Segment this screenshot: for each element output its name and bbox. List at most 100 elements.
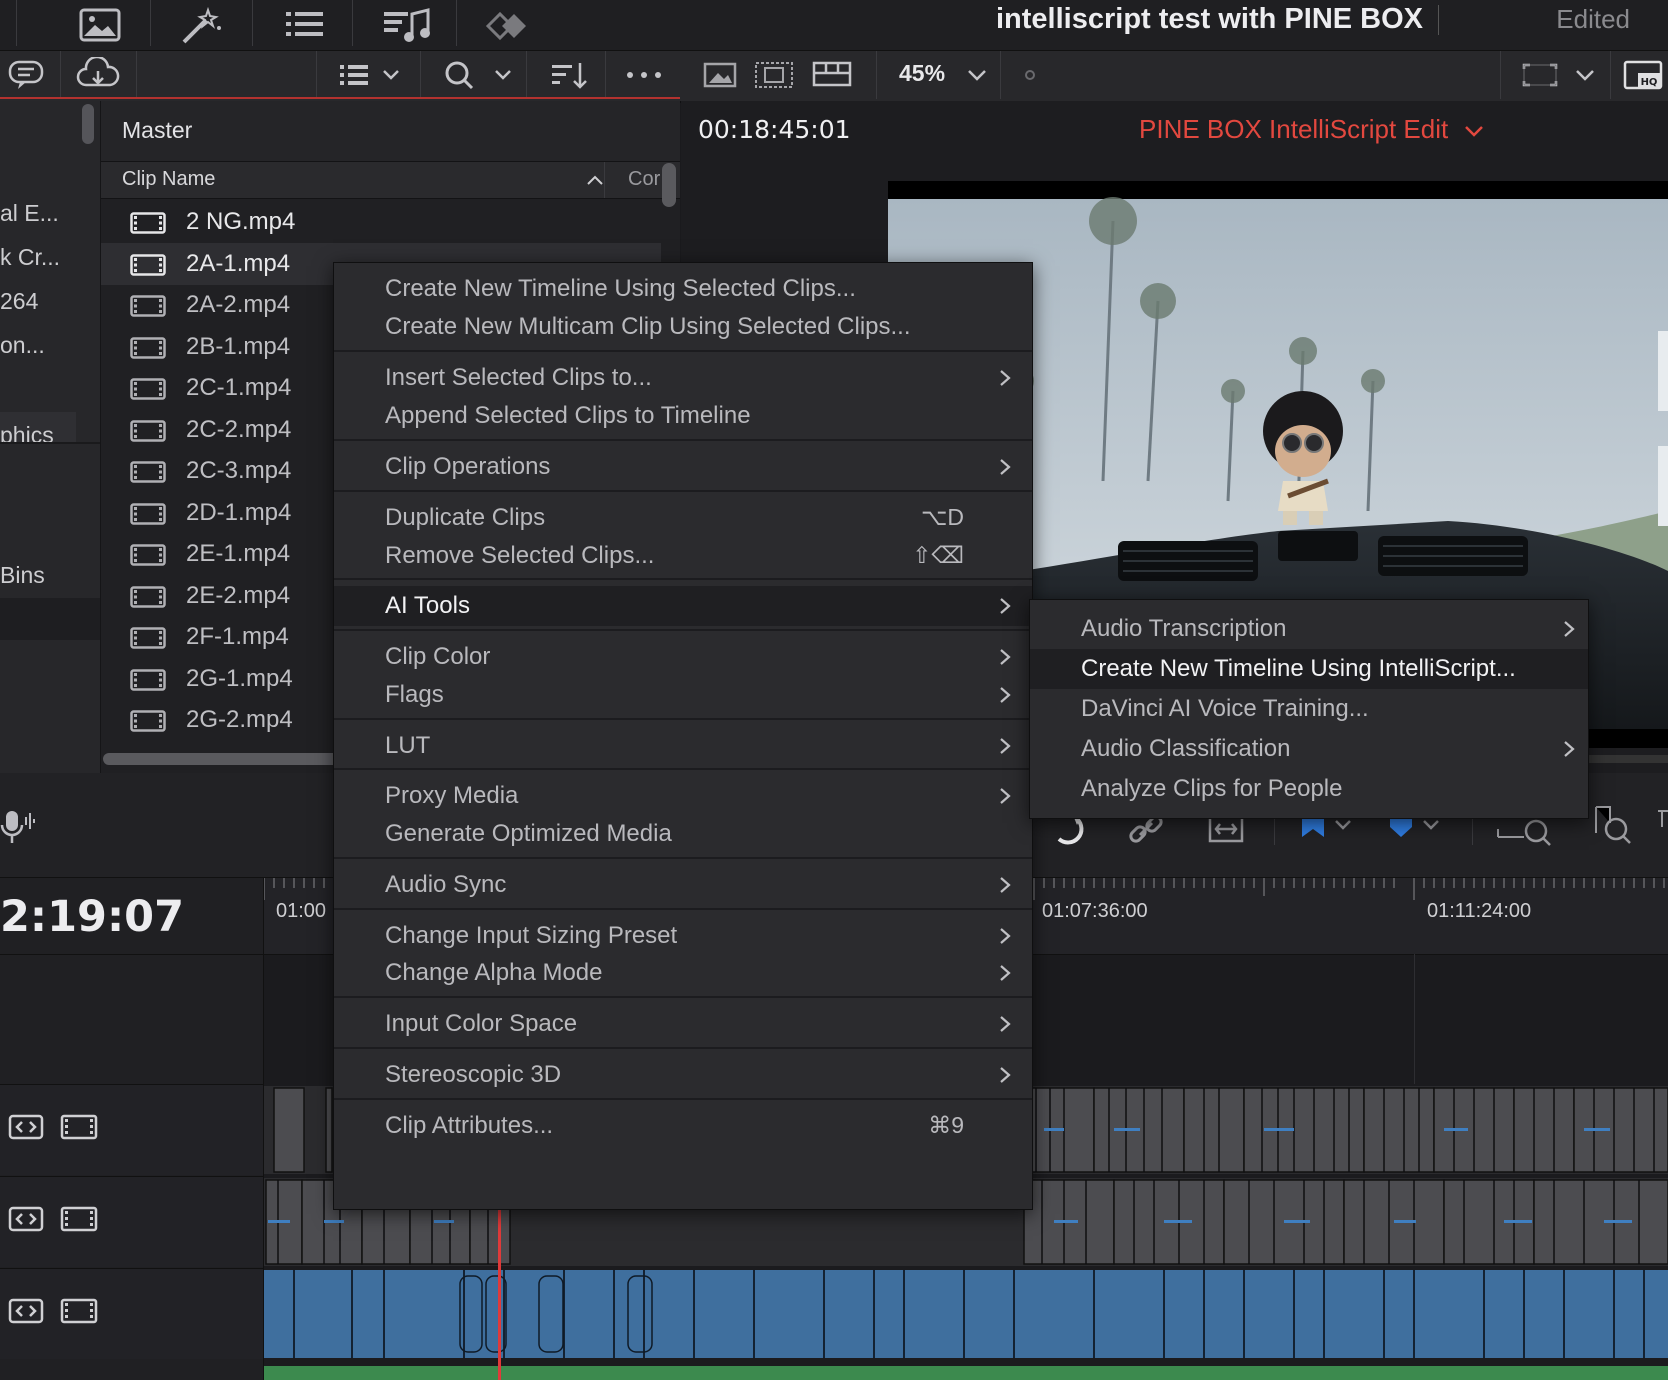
- menu-item-create-new-multicam-clip-using-selected-clips[interactable]: Create New Multicam Clip Using Selected …: [334, 307, 1032, 347]
- column-header[interactable]: Clip Name Cor: [101, 162, 680, 199]
- safe-area-icon[interactable]: [1518, 57, 1562, 93]
- hq-playback-icon[interactable]: HQ: [1622, 57, 1664, 93]
- video-clip-icon: [130, 461, 166, 483]
- media-pool-icon[interactable]: [70, 6, 130, 46]
- bin-item-selected[interactable]: [0, 598, 100, 640]
- viewer-timecode[interactable]: 00:18:45:01: [698, 115, 851, 144]
- video-clip-icon: [130, 212, 166, 234]
- menu-item-clip-operations[interactable]: Clip Operations: [334, 447, 1032, 487]
- filmstrip-view-icon[interactable]: [810, 57, 854, 93]
- transitions-icon[interactable]: [480, 6, 540, 46]
- menu-item-duplicate-clips[interactable]: Duplicate Clips ⌥D: [334, 498, 1032, 538]
- menu-item-insert-selected-clips-to[interactable]: Insert Selected Clips to...: [334, 358, 1032, 398]
- menu-item-create-new-timeline-using-selected-clips[interactable]: Create New Timeline Using Selected Clips…: [334, 269, 1032, 309]
- video-track-1[interactable]: [264, 1270, 1668, 1358]
- zoom-in-icon[interactable]: [1590, 803, 1640, 847]
- chevron-down-icon[interactable]: [962, 57, 992, 93]
- menu-item-lut[interactable]: LUT: [334, 726, 1032, 766]
- auto-select-icon[interactable]: [8, 1297, 44, 1325]
- chevron-right-icon: [998, 596, 1012, 616]
- metadata-icon[interactable]: [6, 57, 46, 93]
- chevron-right-icon: [1562, 619, 1576, 639]
- divider: [456, 0, 457, 46]
- smart-bins-label[interactable]: Bins: [0, 562, 45, 589]
- zoom-level[interactable]: 45%: [899, 60, 945, 87]
- menu-item-audio-sync[interactable]: Audio Sync: [334, 865, 1032, 905]
- submenu-item-analyze-clips-for-people[interactable]: Analyze Clips for People: [1030, 769, 1588, 809]
- menu-item-label: Insert Selected Clips to...: [385, 364, 652, 391]
- more-tools-icon[interactable]: [1656, 807, 1668, 847]
- clip-name: 2F-1.mp4: [186, 623, 289, 650]
- menu-separator: [334, 857, 1032, 859]
- timeline-selector[interactable]: PINE BOX IntelliScript Edit: [1139, 114, 1485, 145]
- clip-name: 2G-1.mp4: [186, 664, 293, 692]
- source-view-icon[interactable]: [700, 57, 740, 93]
- divider: [1610, 51, 1611, 99]
- submenu-item-create-new-timeline-using-intelliscript[interactable]: Create New Timeline Using IntelliScript.…: [1030, 649, 1588, 689]
- media-scrollbar[interactable]: [662, 163, 676, 207]
- bin-item[interactable]: k Cr...: [0, 244, 60, 271]
- menu-item-input-color-space[interactable]: Input Color Space: [334, 1004, 1032, 1044]
- cloud-sync-icon[interactable]: [76, 57, 120, 93]
- menu-item-flags[interactable]: Flags: [334, 675, 1032, 715]
- search-icon[interactable]: [440, 57, 516, 93]
- submenu-item-audio-transcription[interactable]: Audio Transcription: [1030, 609, 1588, 649]
- microphone-icon[interactable]: [0, 807, 40, 847]
- sort-ascending-icon[interactable]: [586, 174, 604, 186]
- track-video-icon[interactable]: [60, 1205, 98, 1233]
- menu-item-clip-attributes[interactable]: Clip Attributes... ⌘9: [334, 1106, 1032, 1146]
- auto-select-icon[interactable]: [8, 1205, 44, 1233]
- bin-name: Master: [122, 117, 193, 143]
- track-video-icon[interactable]: [60, 1113, 98, 1141]
- menu-item-generate-optimized-media[interactable]: Generate Optimized Media: [334, 814, 1032, 854]
- menu-item-change-alpha-mode[interactable]: Change Alpha Mode: [334, 953, 1032, 993]
- effects-wand-icon[interactable]: [172, 6, 232, 46]
- bin-group-header[interactable]: phics: [0, 412, 76, 442]
- bin-item: phics: [0, 422, 54, 442]
- menu-item-append-selected-clips-to-timeline[interactable]: Append Selected Clips to Timeline: [334, 396, 1032, 436]
- menu-separator: [334, 718, 1032, 720]
- divider: [526, 51, 527, 99]
- menu-item-ai-tools[interactable]: AI Tools: [334, 586, 1032, 626]
- menu-separator: [334, 578, 1032, 580]
- menu-item-proxy-media[interactable]: Proxy Media: [334, 776, 1032, 816]
- menu-item-shortcut: ⇧⌫: [912, 542, 964, 568]
- more-options-icon[interactable]: [622, 57, 666, 93]
- bin-item[interactable]: 264: [0, 288, 38, 315]
- edit-index-icon[interactable]: [274, 6, 334, 46]
- bins-scrollbar[interactable]: [82, 104, 94, 144]
- sort-icon[interactable]: [548, 57, 592, 93]
- dual-view-icon[interactable]: [752, 57, 796, 93]
- svg-text:HQ: HQ: [1641, 77, 1658, 88]
- video-clip-icon: [130, 668, 166, 691]
- grid-line: [1414, 954, 1415, 1084]
- bin-item[interactable]: on...: [0, 332, 45, 359]
- submenu-item-label: Create New Timeline Using IntelliScript.…: [1081, 655, 1516, 682]
- menu-separator: [334, 1098, 1032, 1100]
- chevron-down-icon[interactable]: [1570, 57, 1600, 93]
- clip-row[interactable]: 2 NG.mp4: [101, 201, 661, 243]
- submenu-item-davinci-ai-voice-training[interactable]: DaVinci AI Voice Training...: [1030, 689, 1588, 729]
- timeline-timecode[interactable]: 2:19:07: [0, 892, 184, 942]
- divider: [1000, 51, 1001, 99]
- menu-item-stereoscopic-3d[interactable]: Stereoscopic 3D: [334, 1055, 1032, 1095]
- menu-item-remove-selected-clips[interactable]: Remove Selected Clips... ⇧⌫: [334, 536, 1032, 576]
- chevron-right-icon: [998, 736, 1012, 756]
- sound-library-icon[interactable]: [378, 6, 438, 46]
- divider: [16, 0, 17, 46]
- menu-item-label: Clip Attributes...: [385, 1112, 554, 1139]
- list-view-icon[interactable]: [336, 57, 412, 93]
- bin-item[interactable]: al E...: [0, 200, 59, 227]
- audio-track-1[interactable]: [264, 1366, 1668, 1380]
- track-video-icon[interactable]: [60, 1297, 98, 1325]
- menu-item-change-input-sizing-preset[interactable]: Change Input Sizing Preset: [334, 916, 1032, 956]
- auto-select-icon[interactable]: [8, 1113, 44, 1141]
- project-status: Edited: [1556, 4, 1630, 34]
- clip-name-column[interactable]: Clip Name: [122, 168, 215, 191]
- menu-separator: [334, 439, 1032, 441]
- playhead[interactable]: [498, 1208, 501, 1380]
- cor-column[interactable]: Cor: [628, 168, 660, 191]
- menu-item-clip-color[interactable]: Clip Color: [334, 637, 1032, 677]
- submenu-item-audio-classification[interactable]: Audio Classification: [1030, 729, 1588, 769]
- ruler-label: 01:11:24:00: [1427, 900, 1532, 922]
